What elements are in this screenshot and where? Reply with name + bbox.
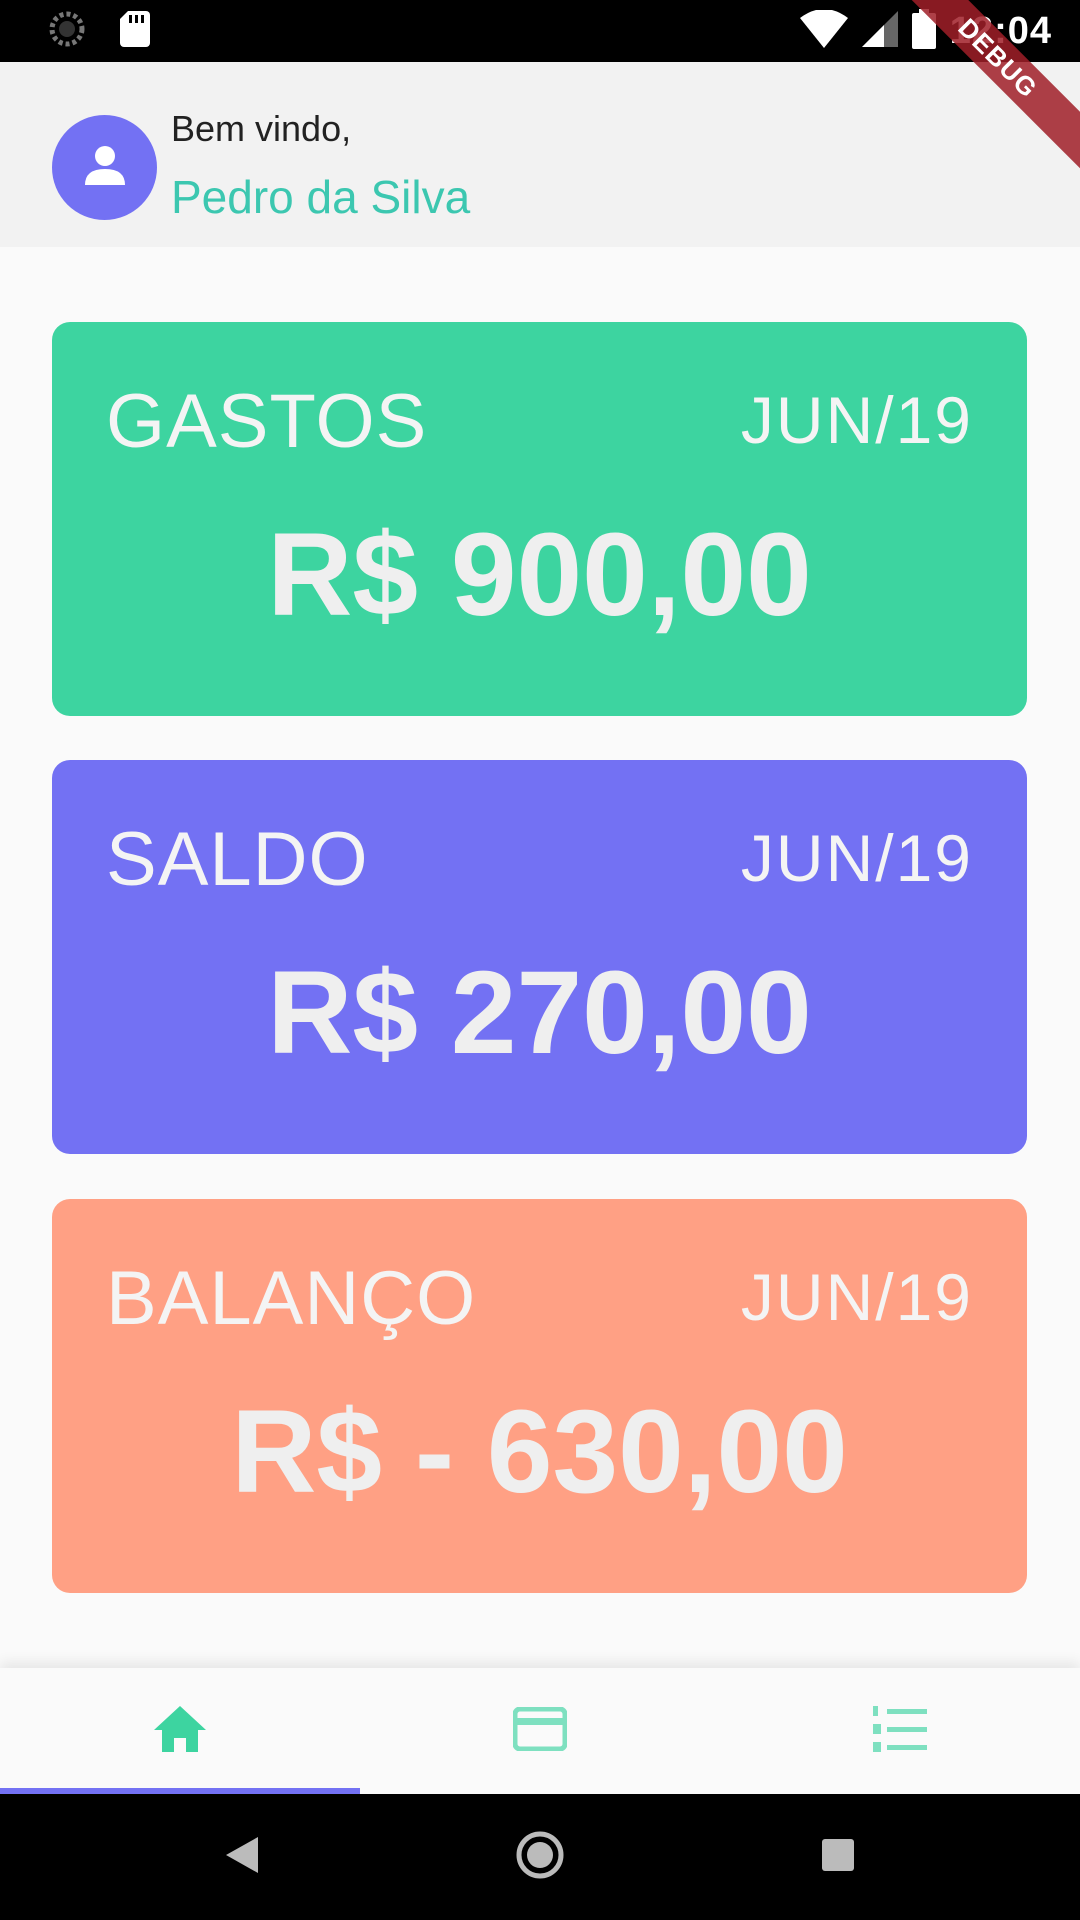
app-screen: 12:04 DEBUG Bem vindo, Pedro da Silva GA…: [0, 0, 1080, 1920]
summary-card[interactable]: BALANÇO JUN/19 R$ - 630,00: [52, 1199, 1027, 1593]
card-period: JUN/19: [740, 383, 973, 457]
card-title: BALANÇO: [106, 1256, 477, 1341]
home-icon: [152, 1704, 208, 1759]
nav-list-tab[interactable]: [720, 1668, 1080, 1794]
nav-home-tab[interactable]: [0, 1668, 360, 1794]
home-circle-icon: [515, 1830, 565, 1885]
back-icon: [224, 1835, 260, 1880]
card-period: JUN/19: [740, 821, 973, 895]
back-button[interactable]: [212, 1832, 272, 1882]
numbered-list-icon: [873, 1705, 927, 1757]
status-right: 12:04: [799, 8, 1052, 54]
loading-icon: [48, 10, 86, 53]
recents-icon: [820, 1837, 856, 1878]
card-amount: R$ 900,00: [267, 509, 812, 641]
welcome-header: Bem vindo, Pedro da Silva: [0, 62, 1080, 247]
credit-card-icon: [512, 1706, 568, 1756]
card-amount: R$ - 630,00: [231, 1386, 848, 1518]
system-navigation-bar: [0, 1794, 1080, 1920]
card-title: GASTOS: [106, 379, 428, 464]
recents-button[interactable]: [808, 1832, 868, 1882]
card-period: JUN/19: [740, 1260, 973, 1334]
status-time: 12:04: [949, 9, 1052, 52]
expenses-card[interactable]: GASTOS JUN/19 R$ 900,00: [52, 322, 1027, 716]
status-left: [48, 10, 150, 53]
nav-cards-tab[interactable]: [360, 1668, 720, 1794]
greeting-text: Bem vindo,: [171, 108, 352, 149]
bottom-navigation: [0, 1668, 1080, 1794]
user-name: Pedro da Silva: [171, 171, 471, 223]
system-home-button[interactable]: [510, 1830, 570, 1885]
card-amount: R$ 270,00: [267, 947, 812, 1079]
card-title: SALDO: [106, 817, 369, 902]
balance-card[interactable]: SALDO JUN/19 R$ 270,00: [52, 760, 1027, 1154]
wifi-icon: [799, 8, 848, 53]
status-bar: 12:04: [0, 0, 1080, 62]
signal-icon: [861, 10, 898, 52]
person-icon: [81, 141, 129, 194]
avatar[interactable]: [52, 115, 157, 220]
sd-card-icon: [120, 10, 150, 52]
battery-icon: [911, 8, 936, 54]
